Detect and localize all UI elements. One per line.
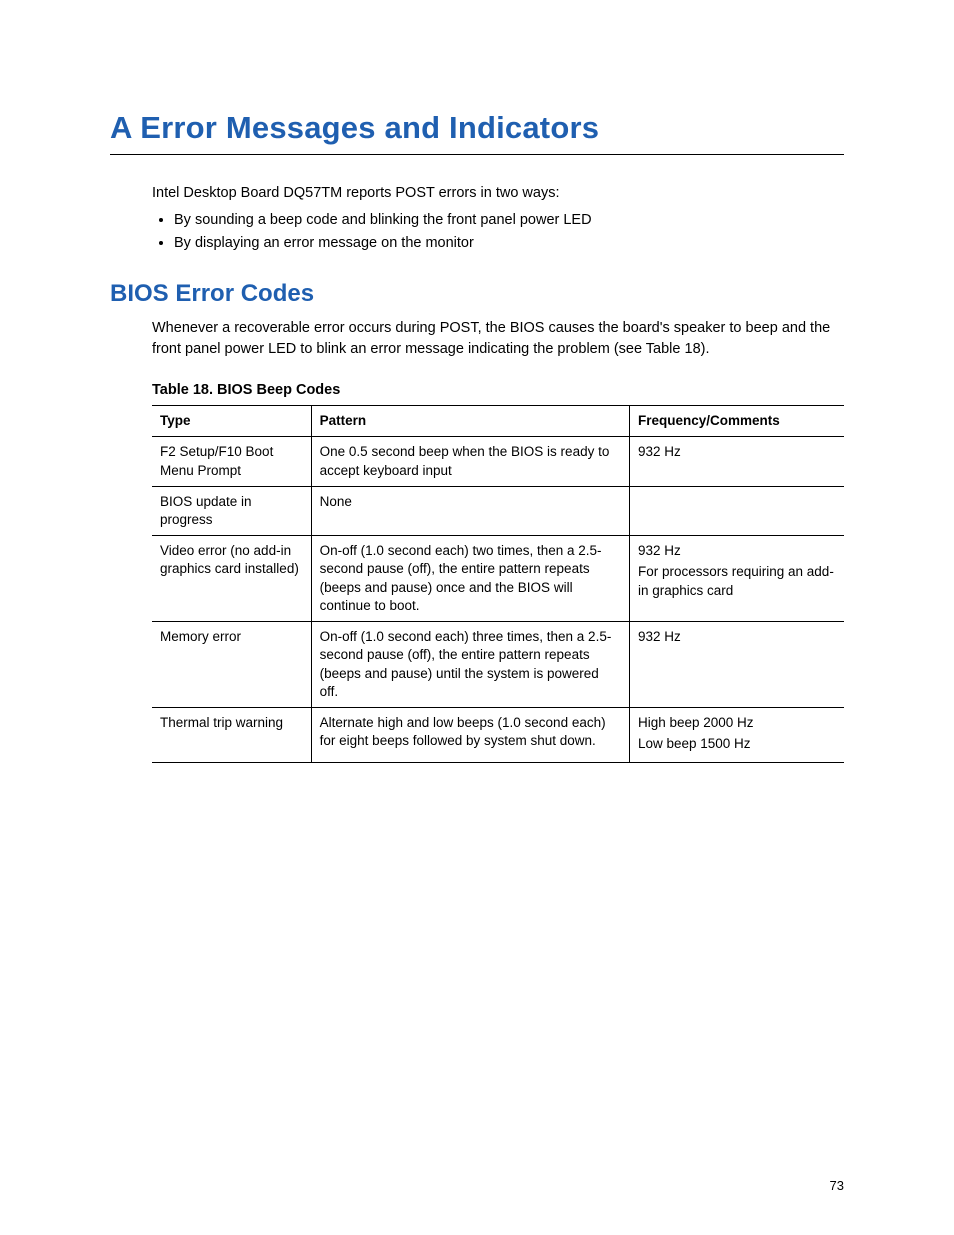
section-block: Whenever a recoverable error occurs duri…: [152, 318, 844, 763]
table-row: Video error (no add-in graphics card ins…: [152, 536, 844, 622]
table-caption: Table 18. BIOS Beep Codes: [152, 380, 844, 401]
cell-pattern: On-off (1.0 second each) three times, th…: [311, 622, 629, 708]
section-heading: BIOS Error Codes: [110, 280, 844, 308]
heading-rule: [110, 154, 844, 155]
table-row: BIOS update in progress None: [152, 486, 844, 535]
cell-pattern: None: [311, 486, 629, 535]
cell-type: BIOS update in progress: [152, 486, 311, 535]
intro-bullet-item: By sounding a beep code and blinking the…: [174, 210, 844, 231]
bios-beep-codes-table: Type Pattern Frequency/Comments F2 Setup…: [152, 405, 844, 763]
cell-pattern: Alternate high and low beeps (1.0 second…: [311, 707, 629, 762]
intro-block: Intel Desktop Board DQ57TM reports POST …: [152, 183, 844, 254]
table-header-row: Type Pattern Frequency/Comments: [152, 406, 844, 437]
section-paragraph: Whenever a recoverable error occurs duri…: [152, 318, 844, 360]
table-row: Thermal trip warning Alternate high and …: [152, 707, 844, 762]
table-header-type: Type: [152, 406, 311, 437]
page-number: 73: [830, 1178, 844, 1193]
cell-freq: High beep 2000 HzLow beep 1500 Hz: [629, 707, 844, 762]
appendix-heading: A Error Messages and Indicators: [110, 110, 844, 146]
cell-freq: [629, 486, 844, 535]
table-row: F2 Setup/F10 Boot Menu Prompt One 0.5 se…: [152, 437, 844, 486]
appendix-title-text: Error Messages and Indicators: [140, 110, 599, 145]
cell-type: Memory error: [152, 622, 311, 708]
table-header-freq: Frequency/Comments: [629, 406, 844, 437]
intro-paragraph: Intel Desktop Board DQ57TM reports POST …: [152, 183, 844, 204]
cell-freq: 932 Hz: [629, 622, 844, 708]
cell-freq: 932 Hz: [629, 437, 844, 486]
intro-bullet-list: By sounding a beep code and blinking the…: [152, 210, 844, 254]
table-row: Memory error On-off (1.0 second each) th…: [152, 622, 844, 708]
cell-type: F2 Setup/F10 Boot Menu Prompt: [152, 437, 311, 486]
table-header-pattern: Pattern: [311, 406, 629, 437]
cell-pattern: One 0.5 second beep when the BIOS is rea…: [311, 437, 629, 486]
cell-freq: 932 HzFor processors requiring an add-in…: [629, 536, 844, 622]
intro-bullet-item: By displaying an error message on the mo…: [174, 233, 844, 254]
cell-type: Video error (no add-in graphics card ins…: [152, 536, 311, 622]
cell-pattern: On-off (1.0 second each) two times, then…: [311, 536, 629, 622]
appendix-letter: A: [110, 110, 131, 145]
page-content: A Error Messages and Indicators Intel De…: [0, 0, 954, 823]
cell-type: Thermal trip warning: [152, 707, 311, 762]
